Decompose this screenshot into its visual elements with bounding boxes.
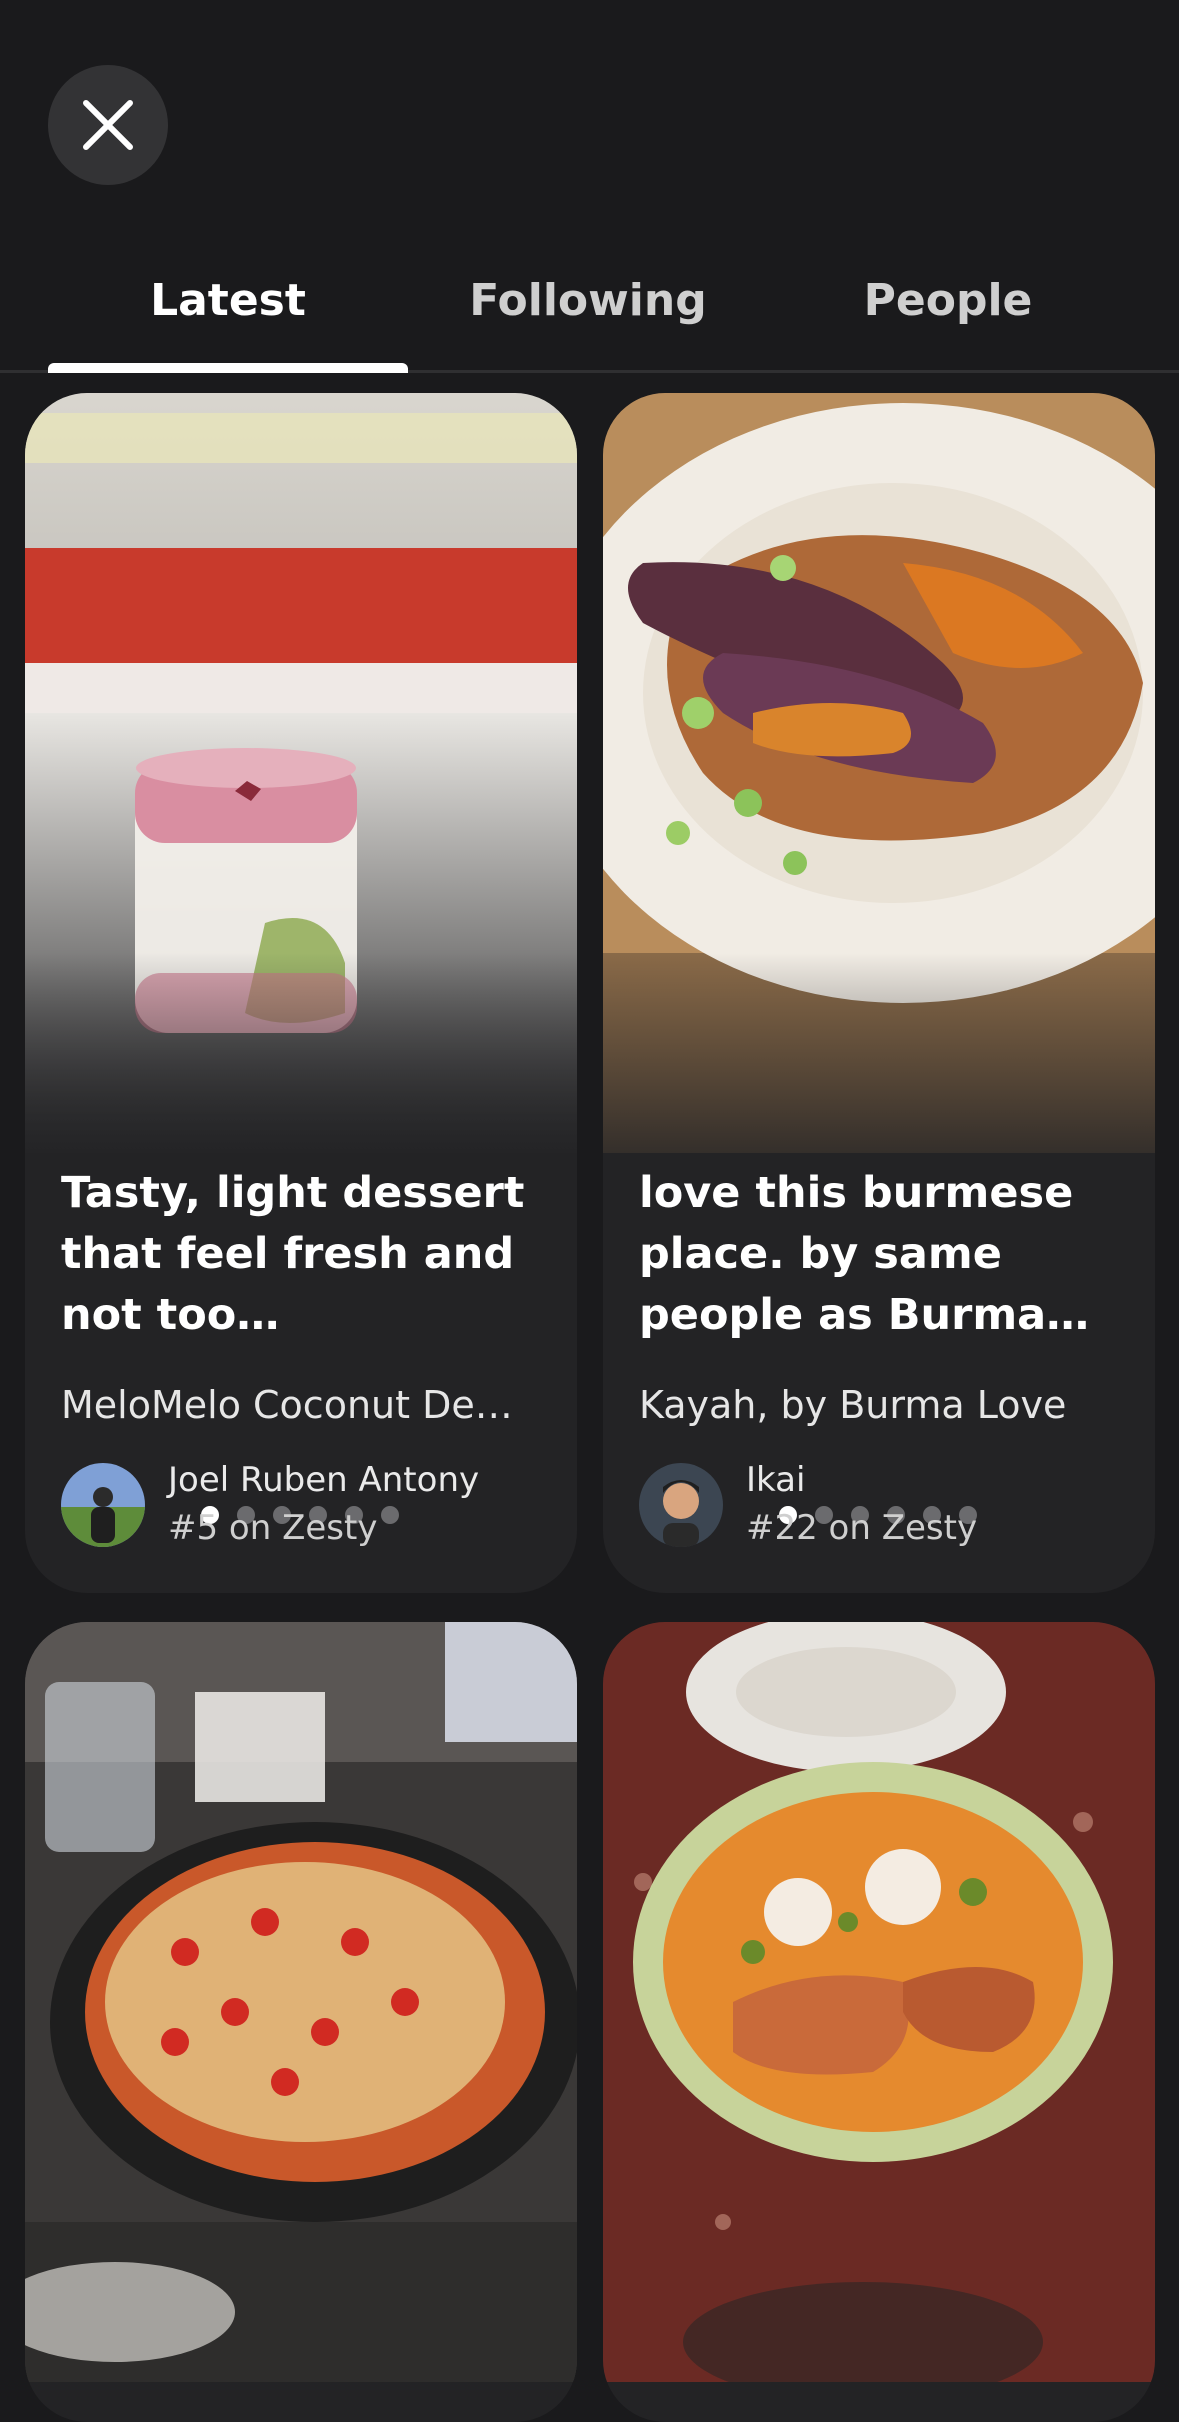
tab-latest[interactable]: Latest [48,230,408,370]
post-card[interactable]: love this burmese place. by same people … [603,393,1155,1593]
post-card[interactable]: Tasty, light dessert that feel fresh and… [25,393,577,1593]
avatar[interactable] [61,1463,145,1547]
tab-following-label: Following [469,274,707,326]
avatar[interactable] [639,1463,723,1547]
post-card[interactable] [603,1622,1155,2422]
close-icon [83,100,133,150]
restaurant-name[interactable]: Kayah, by Burma Love [639,1383,1129,1427]
author-rank: #22 on Zesty [746,1508,978,1548]
feed-tabs: Latest Following People [0,230,1179,373]
post-title: love this burmese place. by same people … [639,1168,1090,1340]
author-name[interactable]: Joel Ruben Antony [168,1460,479,1500]
pager-dot [381,1506,399,1524]
restaurant-name[interactable]: MeloMelo Coconut De… [61,1383,551,1427]
photo-fade [603,953,1155,1193]
tab-people-label: People [863,274,1033,326]
author-name[interactable]: Ikai [746,1460,805,1500]
post-title: Tasty, light dessert that feel fresh and… [61,1168,525,1340]
tab-following[interactable]: Following [408,230,768,370]
active-tab-indicator [48,363,408,373]
author-rank: #5 on Zesty [168,1508,378,1548]
post-photo[interactable] [603,1622,1155,2382]
photo-fade [25,953,577,1193]
tab-people[interactable]: People [768,230,1128,370]
close-button[interactable] [48,65,168,185]
post-photo[interactable] [25,1622,577,2382]
tab-latest-label: Latest [150,274,306,326]
post-card[interactable] [25,1622,577,2422]
